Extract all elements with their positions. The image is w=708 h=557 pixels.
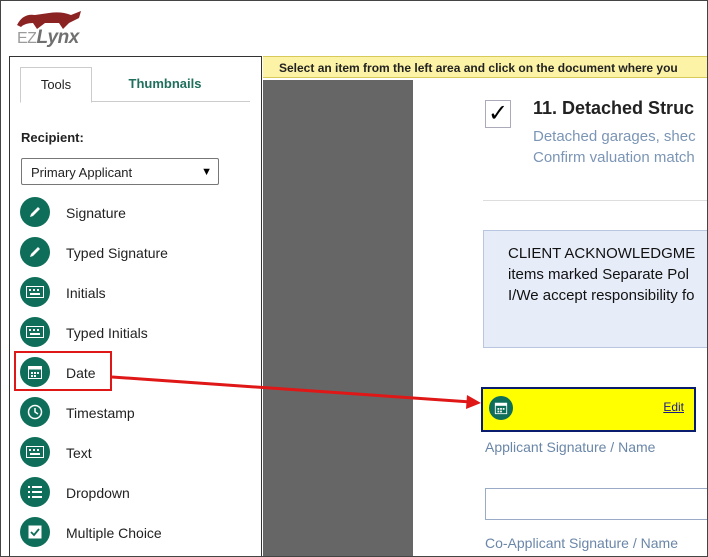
annotation-arrow [111, 375, 481, 409]
app-window: EZLynx Tools Thumbnails Recipient: Prima… [0, 0, 708, 557]
